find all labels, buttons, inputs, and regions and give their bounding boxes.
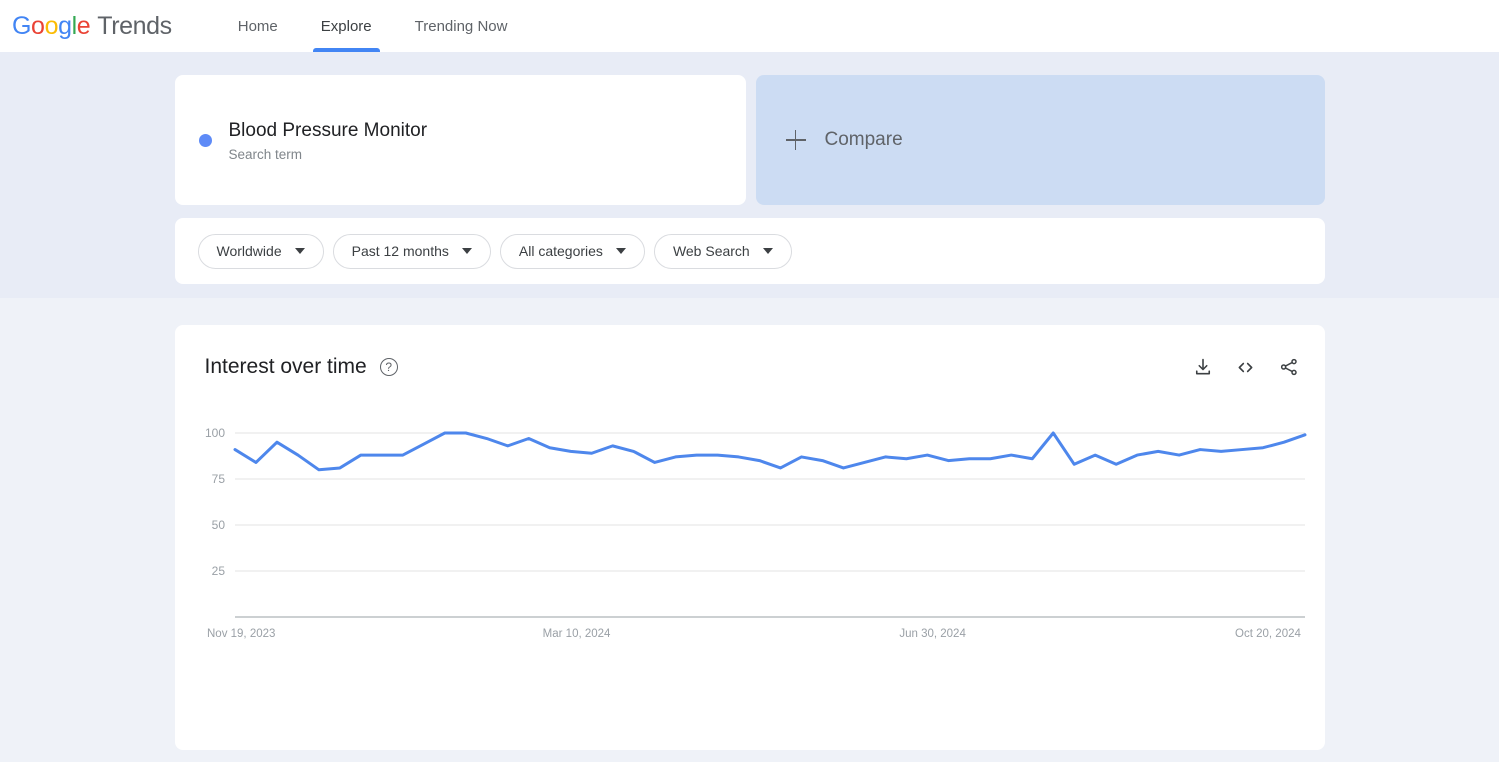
filter-location-label: Worldwide bbox=[217, 243, 282, 259]
query-row: Blood Pressure Monitor Search term Compa… bbox=[175, 75, 1325, 205]
search-term-type: Search term bbox=[229, 147, 428, 162]
logo-letter-e: e bbox=[77, 12, 91, 41]
chevron-down-icon bbox=[295, 248, 305, 254]
filter-location[interactable]: Worldwide bbox=[198, 234, 324, 269]
query-hero-section: Blood Pressure Monitor Search term Compa… bbox=[0, 52, 1499, 298]
compare-button[interactable]: Compare bbox=[756, 75, 1325, 205]
chevron-down-icon bbox=[763, 248, 773, 254]
filter-search-type-label: Web Search bbox=[673, 243, 750, 259]
x-axis-tick-label: Mar 10, 2024 bbox=[542, 628, 610, 640]
plus-icon bbox=[786, 130, 806, 150]
compare-label: Compare bbox=[825, 129, 903, 151]
interest-over-time-plot[interactable]: 100 75 50 25 Nov 19, 2023 Mar 10, 2024 Jun 30,… bbox=[175, 411, 1325, 691]
filter-time-range-label: Past 12 months bbox=[352, 243, 449, 259]
y-axis-tick-label: 75 bbox=[211, 472, 225, 486]
chevron-down-icon bbox=[616, 248, 626, 254]
filter-time-range[interactable]: Past 12 months bbox=[333, 234, 491, 269]
filter-category[interactable]: All categories bbox=[500, 234, 645, 269]
logo-letter-o2: o bbox=[45, 12, 59, 41]
x-axis-tick-label: Jun 30, 2024 bbox=[899, 628, 966, 640]
logo-letter-G: G bbox=[12, 12, 31, 41]
top-navigation-bar: GoogleTrends Home Explore Trending Now bbox=[0, 0, 1499, 52]
chart-svg: 100 75 50 25 Nov 19, 2023 Mar 10, 2024 Jun 30,… bbox=[175, 411, 1325, 691]
x-axis-tick-label: Nov 19, 2023 bbox=[207, 628, 275, 640]
google-trends-logo[interactable]: GoogleTrends bbox=[12, 12, 172, 41]
share-icon[interactable] bbox=[1277, 355, 1301, 379]
y-axis-tick-label: 100 bbox=[204, 426, 224, 440]
nav-item-explore[interactable]: Explore bbox=[313, 0, 380, 52]
page-title: Interest over time bbox=[205, 355, 367, 379]
filter-search-type[interactable]: Web Search bbox=[654, 234, 792, 269]
filters-bar: Worldwide Past 12 months All categories … bbox=[175, 218, 1325, 284]
y-axis-tick-label: 25 bbox=[211, 564, 225, 578]
y-axis-tick-label: 50 bbox=[211, 518, 225, 532]
search-term-label: Blood Pressure Monitor bbox=[229, 119, 428, 143]
x-axis-tick-label: Oct 20, 2024 bbox=[1235, 628, 1301, 640]
embed-code-icon[interactable] bbox=[1234, 355, 1258, 379]
chart-actions bbox=[1191, 355, 1301, 379]
chart-line-series bbox=[235, 433, 1305, 470]
help-icon[interactable]: ? bbox=[380, 358, 398, 376]
nav-item-trending-now[interactable]: Trending Now bbox=[407, 0, 516, 52]
chart-header: Interest over time ? bbox=[175, 325, 1325, 379]
nav-links: Home Explore Trending Now bbox=[230, 0, 543, 52]
chevron-down-icon bbox=[462, 248, 472, 254]
logo-trends-word: Trends bbox=[97, 12, 171, 41]
download-icon[interactable] bbox=[1191, 355, 1215, 379]
search-term-text: Blood Pressure Monitor Search term bbox=[229, 119, 428, 162]
interest-over-time-card: Interest over time ? bbox=[175, 325, 1325, 750]
nav-item-home[interactable]: Home bbox=[230, 0, 286, 52]
filter-category-label: All categories bbox=[519, 243, 603, 259]
search-term-card[interactable]: Blood Pressure Monitor Search term bbox=[175, 75, 746, 205]
logo-letter-g: g bbox=[58, 12, 72, 41]
main-content: Interest over time ? bbox=[0, 298, 1499, 750]
logo-letter-o1: o bbox=[31, 12, 45, 41]
series-color-dot-icon bbox=[199, 134, 212, 147]
hero-inner: Blood Pressure Monitor Search term Compa… bbox=[175, 75, 1325, 284]
